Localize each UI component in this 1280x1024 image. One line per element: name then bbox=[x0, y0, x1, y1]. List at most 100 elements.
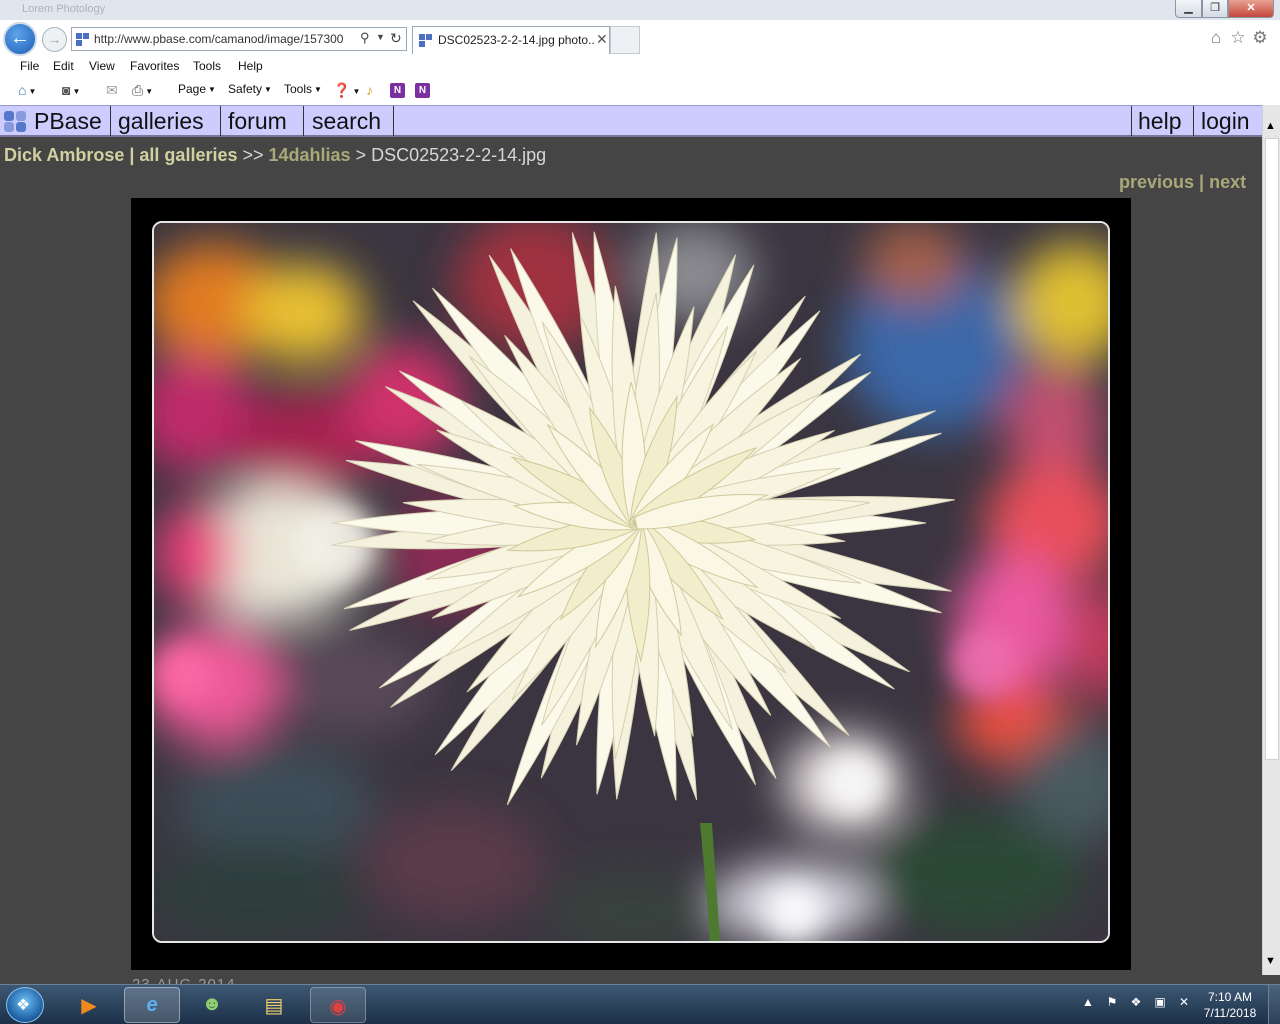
taskbar-media-player[interactable]: ▶ bbox=[66, 987, 112, 1023]
photo-frame bbox=[131, 198, 1131, 970]
tools-menu[interactable]: Tools ▼ bbox=[284, 82, 322, 96]
breadcrumb-separator: > bbox=[350, 145, 372, 165]
previous-link[interactable]: previous bbox=[1119, 172, 1194, 192]
windows-taskbar: ❖ ▶ e ☻ ▤ ◉ ▲ ⚑ ❖ ▣ ✕ 7:10 AM 7/11/2018 bbox=[0, 984, 1280, 1024]
new-tab-button[interactable] bbox=[610, 26, 640, 54]
search-icon[interactable]: ⚲ bbox=[360, 30, 370, 46]
taskbar-contacts[interactable]: ☻ bbox=[184, 987, 240, 1023]
breadcrumb: Dick Ambrose | all galleries >> 14dahlia… bbox=[4, 145, 546, 166]
browser-chrome: Lorem Photology ▁ ❐ ✕ ← → http://www.pba… bbox=[0, 0, 1280, 105]
command-bar: ⌂ ▼ ◙ ▼ ✉ ⎙ ▼ Page ▼ Safety ▼ Tools ▼ ❓ ▼ ♪ N N bbox=[0, 78, 1280, 104]
show-desktop-button[interactable] bbox=[1268, 985, 1280, 1024]
flag-icon[interactable]: ⚑ bbox=[1100, 995, 1124, 1009]
taskbar-clock[interactable]: 7:10 AM 7/11/2018 bbox=[1198, 989, 1262, 1021]
eye-icon: ◉ bbox=[329, 996, 347, 1018]
browser-tab-active[interactable]: DSC02523-2-2-14.jpg photo... ✕ bbox=[412, 26, 610, 54]
nav-pbase[interactable]: PBase bbox=[34, 108, 102, 135]
home-icon[interactable]: ⌂ bbox=[1205, 28, 1227, 48]
chevron-down-icon[interactable]: ▼ bbox=[376, 32, 385, 42]
breadcrumb-separator: >> bbox=[237, 145, 269, 165]
show-hidden-icons-icon[interactable]: ▲ bbox=[1076, 995, 1100, 1009]
next-link[interactable]: next bbox=[1209, 172, 1246, 192]
nav-help[interactable]: help bbox=[1138, 108, 1181, 135]
window-title: Lorem Photology bbox=[22, 3, 106, 15]
minimize-button[interactable]: ▁ bbox=[1175, 0, 1202, 18]
scroll-down-arrow-icon[interactable]: ▼ bbox=[1265, 955, 1276, 967]
taskbar-file-explorer[interactable]: ▤ bbox=[244, 987, 304, 1023]
close-window-button[interactable]: ✕ bbox=[1228, 0, 1274, 18]
breadcrumb-all-galleries[interactable]: all galleries bbox=[139, 145, 237, 165]
maximize-button[interactable]: ❐ bbox=[1202, 0, 1228, 18]
feeds-command[interactable]: ◙ ▼ bbox=[62, 82, 80, 98]
onenote-send-command[interactable]: N bbox=[390, 82, 405, 98]
menu-tools[interactable]: Tools bbox=[193, 59, 221, 73]
nav-forum[interactable]: forum bbox=[228, 108, 287, 135]
start-button[interactable]: ❖ bbox=[6, 987, 44, 1023]
address-bar[interactable]: http://www.pbase.com/camanod/image/15730… bbox=[71, 27, 407, 51]
forward-button[interactable]: → bbox=[42, 27, 67, 52]
dahlia-photo[interactable] bbox=[152, 221, 1110, 943]
home-icon: ⌂ bbox=[18, 82, 27, 98]
people-icon: ☻ bbox=[201, 993, 223, 1015]
breadcrumb-owner[interactable]: Dick Ambrose bbox=[4, 145, 124, 165]
menu-help[interactable]: Help bbox=[238, 59, 263, 73]
page-scrollbar[interactable]: ▲ ▼ bbox=[1262, 105, 1280, 975]
breadcrumb-separator: | bbox=[124, 145, 140, 165]
breadcrumb-gallery[interactable]: 14dahlias bbox=[269, 145, 351, 165]
folder-icon: ▤ bbox=[264, 995, 284, 1017]
nav-search[interactable]: search bbox=[312, 108, 381, 135]
menu-favorites[interactable]: Favorites bbox=[130, 59, 179, 73]
tab-close-icon[interactable]: ✕ bbox=[596, 31, 608, 48]
menu-edit[interactable]: Edit bbox=[53, 59, 74, 73]
star-icon[interactable]: ☆ bbox=[1227, 28, 1249, 48]
taskbar-image-viewer[interactable]: ◉ bbox=[310, 987, 366, 1023]
network-icon[interactable]: ▣ bbox=[1148, 995, 1172, 1009]
back-arrow-icon: ← bbox=[10, 27, 30, 49]
nav-login[interactable]: login bbox=[1201, 108, 1250, 135]
onenote-icon: N bbox=[415, 83, 430, 98]
dahlia-photo-illustration bbox=[154, 223, 1108, 941]
media-player-icon: ▶ bbox=[81, 995, 97, 1017]
clock-date: 7/11/2018 bbox=[1203, 1006, 1257, 1020]
pbase-logo-icon bbox=[4, 111, 30, 133]
windows-logo-icon: ❖ bbox=[16, 997, 31, 1014]
menu-bar: File Edit View Favorites Tools Help bbox=[0, 56, 1280, 77]
nav-galleries[interactable]: galleries bbox=[118, 108, 204, 135]
menu-view[interactable]: View bbox=[89, 59, 115, 73]
volume-muted-icon[interactable]: ✕ bbox=[1172, 995, 1196, 1009]
taskbar-internet-explorer[interactable]: e bbox=[124, 987, 180, 1023]
menu-file[interactable]: File bbox=[20, 59, 39, 73]
onenote-linked-command[interactable]: N bbox=[415, 82, 430, 98]
window-titlebar: Lorem Photology ▁ ❐ ✕ bbox=[0, 0, 1280, 20]
dropbox-icon[interactable]: ❖ bbox=[1124, 995, 1148, 1009]
help-command[interactable]: ❓ ▼ bbox=[333, 82, 360, 99]
scrollbar-thumb[interactable] bbox=[1265, 138, 1279, 760]
system-tray: ▲ ⚑ ❖ ▣ ✕ bbox=[1076, 995, 1196, 1009]
mail-icon: ✉ bbox=[106, 82, 118, 98]
rss-feed-icon: ◙ bbox=[62, 82, 71, 98]
scroll-up-arrow-icon[interactable]: ▲ bbox=[1265, 120, 1276, 132]
help-circle-icon: ❓ bbox=[333, 82, 351, 98]
internet-explorer-icon: e bbox=[146, 994, 158, 1016]
printer-icon: ⎙ bbox=[132, 82, 144, 98]
mail-command[interactable]: ✉ bbox=[106, 82, 118, 99]
address-url[interactable]: http://www.pbase.com/camanod/image/15730… bbox=[94, 32, 356, 46]
safety-menu[interactable]: Safety ▼ bbox=[228, 82, 272, 96]
breadcrumb-filename: DSC02523-2-2-14.jpg bbox=[371, 145, 547, 165]
back-button[interactable]: ← bbox=[3, 22, 37, 56]
print-command[interactable]: ⎙ ▼ bbox=[132, 82, 153, 99]
home-command[interactable]: ⌂ ▼ bbox=[18, 82, 36, 98]
onenote-icon: N bbox=[390, 83, 405, 98]
forward-arrow-icon: → bbox=[47, 31, 62, 47]
research-command[interactable]: ♪ bbox=[366, 82, 373, 98]
image-pager: previous | next bbox=[1119, 172, 1246, 193]
tab-favicon-icon bbox=[419, 34, 433, 48]
browser-toolbar-right: ⌂ ☆ ⚙ bbox=[1205, 28, 1271, 48]
page-menu[interactable]: Page ▼ bbox=[178, 82, 216, 96]
site-nav-bar: PBase galleries forum search help login bbox=[0, 105, 1262, 137]
pager-separator: | bbox=[1194, 172, 1210, 192]
clock-time: 7:10 AM bbox=[1207, 990, 1253, 1004]
gear-icon[interactable]: ⚙ bbox=[1249, 28, 1271, 48]
refresh-icon[interactable]: ↻ bbox=[390, 30, 402, 47]
music-note-icon: ♪ bbox=[366, 82, 373, 98]
